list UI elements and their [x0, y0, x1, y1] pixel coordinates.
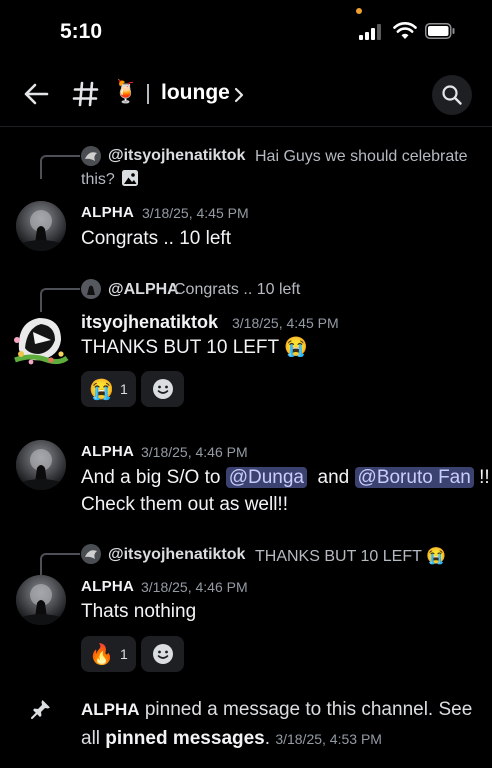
fire-emoji: 🔥	[89, 643, 115, 666]
privacy-indicator-dot	[356, 8, 362, 14]
reply-connector	[40, 288, 80, 312]
reply-avatar[interactable]	[81, 279, 101, 299]
wifi-icon	[393, 22, 417, 39]
chevron-right-icon[interactable]	[232, 86, 246, 104]
message-author[interactable]: ALPHA	[81, 204, 134, 221]
hash-icon	[72, 81, 99, 107]
message-timestamp: 3/18/25, 4:45 PM	[142, 205, 249, 221]
message-text: Thats nothing	[81, 601, 197, 622]
reply-author[interactable]: @ALPHA	[108, 281, 179, 299]
message-text: THANKS BUT 10 LEFT 😭	[81, 337, 308, 358]
header-divider	[147, 84, 149, 104]
reply-connector	[40, 155, 80, 179]
battery-icon	[425, 23, 455, 39]
reaction-fire[interactable]: 🔥 1	[81, 636, 136, 672]
reply-avatar[interactable]	[81, 544, 101, 564]
system-timestamp: 3/18/25, 4:53 PM	[275, 731, 382, 747]
status-time: 5:10	[60, 20, 103, 43]
message-timestamp: 3/18/25, 4:45 PM	[232, 315, 339, 331]
reply-author[interactable]: @itsyojhenatiktok	[108, 147, 245, 165]
message-author[interactable]: itsyojhenatiktok	[81, 312, 218, 333]
reply-text-line2[interactable]: this?	[81, 171, 115, 189]
add-reaction-button[interactable]	[141, 371, 184, 407]
add-reaction-button[interactable]	[141, 636, 184, 672]
message-author[interactable]: ALPHA	[81, 443, 134, 460]
reply-connector	[40, 553, 80, 577]
reply-text[interactable]: Congrats .. 10 left	[174, 281, 300, 299]
system-message-line2: all pinned messages. 3/18/25, 4:53 PM	[81, 728, 382, 749]
message-text-line2: Check them out as well!!	[81, 494, 288, 515]
reply-author[interactable]: @itsyojhenatiktok	[108, 546, 245, 564]
reaction-count: 1	[120, 381, 128, 397]
message-text: Congrats .. 10 left	[81, 228, 231, 249]
add-reaction-icon	[152, 379, 173, 399]
avatar[interactable]	[16, 201, 66, 251]
channel-emoji: 🍹	[112, 79, 140, 104]
user-mention[interactable]: @Boruto Fan	[354, 467, 474, 488]
system-author[interactable]: ALPHA	[81, 700, 140, 719]
system-message: ALPHA pinned a message to this channel. …	[81, 699, 473, 720]
reply-text[interactable]: THANKS BUT 10 LEFT 😭	[255, 546, 446, 566]
crying-emoji: 😭	[89, 378, 115, 401]
pin-icon	[31, 700, 50, 719]
reaction-count: 1	[120, 646, 128, 662]
search-icon	[442, 85, 462, 105]
message-timestamp: 3/18/25, 4:46 PM	[141, 579, 248, 595]
cellular-signal-icon	[359, 24, 381, 40]
channel-name[interactable]: lounge	[161, 81, 230, 105]
pinned-messages-link[interactable]: pinned messages	[105, 728, 264, 749]
user-mention[interactable]: @Dunga	[225, 467, 307, 488]
search-button[interactable]	[432, 75, 472, 115]
message-timestamp: 3/18/25, 4:46 PM	[141, 444, 248, 460]
reaction-crying[interactable]: 😭 1	[81, 371, 136, 407]
avatar[interactable]	[11, 310, 69, 368]
reply-avatar[interactable]	[81, 146, 101, 166]
reply-text[interactable]: Hai Guys we should celebrate	[255, 148, 468, 166]
avatar[interactable]	[16, 575, 66, 625]
avatar[interactable]	[16, 440, 66, 490]
message-author[interactable]: ALPHA	[81, 578, 134, 595]
back-arrow-icon[interactable]	[22, 80, 50, 108]
add-reaction-icon	[152, 644, 173, 664]
message-text: And a big S/O to @Dunga and @Boruto Fan …	[81, 467, 490, 488]
image-icon	[122, 170, 138, 186]
